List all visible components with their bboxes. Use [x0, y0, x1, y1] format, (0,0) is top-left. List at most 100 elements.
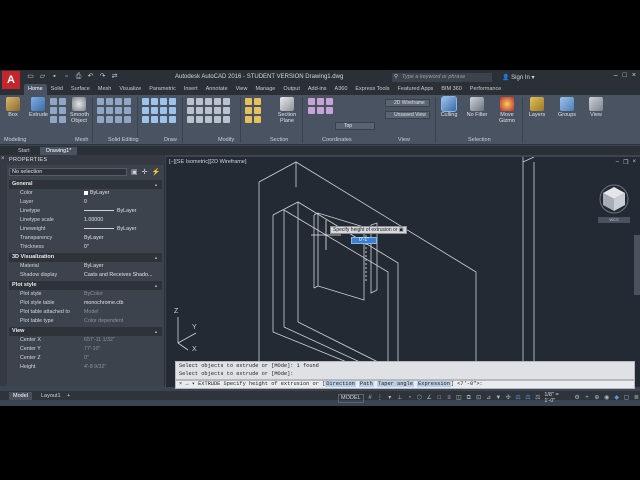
polygon-icon[interactable]	[151, 107, 158, 114]
search-input[interactable]: Type a keyword or phrase	[392, 73, 492, 82]
layer-state-icon[interactable]	[254, 98, 261, 105]
check-icon[interactable]	[115, 116, 122, 123]
property-row[interactable]: Layer 0	[9, 198, 162, 207]
polar-icon[interactable]: ◔	[406, 395, 413, 402]
property-value[interactable]: 1.00000	[84, 216, 103, 225]
offset-icon[interactable]	[223, 107, 230, 114]
drawing-canvas[interactable]: Z Y X [−][SE Isometric][2D Wireframe] – …	[166, 157, 640, 387]
new-icon[interactable]: ▭	[26, 73, 35, 81]
print-icon[interactable]: ⎙	[74, 73, 83, 81]
property-value[interactable]: 77'-10"	[84, 345, 100, 354]
trim-icon[interactable]	[205, 98, 212, 105]
maximize-icon[interactable]: □	[623, 72, 627, 79]
save-icon[interactable]: ▪	[50, 73, 59, 81]
command-option-path[interactable]: Path	[359, 381, 374, 387]
plus-icon[interactable]: +	[584, 395, 591, 402]
tab-annotate[interactable]: Annotate	[202, 84, 232, 95]
property-value[interactable]: Model	[84, 308, 98, 317]
property-value[interactable]: Casts and Receives Shado...	[84, 271, 152, 280]
ellipse-icon[interactable]	[160, 107, 167, 114]
region-icon[interactable]	[151, 116, 158, 123]
infer-icon[interactable]: ▾	[386, 395, 393, 402]
selection-cycling-icon[interactable]: ⧉	[465, 395, 472, 402]
tab-drawing1[interactable]: Drawing1*	[40, 147, 78, 155]
explode-icon[interactable]	[214, 107, 221, 114]
rotate-icon[interactable]	[196, 98, 203, 105]
wcs-menu[interactable]: WCS	[598, 217, 630, 223]
share-icon[interactable]: ⇄	[110, 73, 119, 81]
coordinates-dropdown[interactable]: Top	[335, 122, 375, 130]
union-tool-icon[interactable]	[97, 98, 104, 105]
hardware-acceleration-icon[interactable]: ◆	[613, 395, 620, 402]
undo-icon[interactable]: ↶	[86, 73, 95, 81]
tab-insert[interactable]: Insert	[180, 84, 202, 95]
layer-freeze-icon[interactable]	[245, 116, 252, 123]
minimize-icon[interactable]: –	[614, 72, 618, 79]
property-value[interactable]: 0"	[84, 243, 89, 252]
navigation-bar[interactable]	[634, 235, 640, 295]
spline-icon[interactable]	[142, 116, 149, 123]
erase-icon[interactable]	[223, 98, 230, 105]
property-row[interactable]: Color ByLayer	[9, 189, 162, 198]
tab-surface[interactable]: Surface	[67, 84, 94, 95]
layer-lock-icon[interactable]	[254, 107, 261, 114]
property-row[interactable]: Shadow display Casts and Receives Shado..…	[9, 271, 162, 280]
extract-edges-icon[interactable]	[97, 116, 104, 123]
lineweight-icon[interactable]: ≡	[446, 395, 453, 402]
imprint-icon[interactable]	[115, 107, 122, 114]
rectangle-icon[interactable]	[142, 107, 149, 114]
sign-in-link[interactable]: 👤 Sign In ▾	[502, 74, 535, 81]
presspull-icon[interactable]	[59, 107, 66, 114]
property-row[interactable]: Center Y 77'-10"	[9, 345, 162, 354]
property-value[interactable]: ByLayer	[84, 225, 136, 234]
property-value[interactable]: 4'-8 9/32"	[84, 363, 106, 372]
panel-title-solid-editing[interactable]: Solid Editing	[108, 137, 139, 143]
tab-home[interactable]: Home	[24, 84, 47, 95]
extend-icon[interactable]	[214, 98, 221, 105]
selection-filter-icon[interactable]: ▼	[495, 395, 502, 402]
panel-title-selection[interactable]: Selection	[468, 137, 491, 143]
no-filter-button[interactable]: No Filter	[466, 97, 488, 118]
restore-icon[interactable]: ❐	[623, 159, 628, 166]
clean-icon[interactable]	[124, 116, 131, 123]
panel-title-view[interactable]: View	[398, 137, 410, 143]
property-value[interactable]: ByLayer	[84, 189, 109, 198]
dynamic-input-field[interactable]: 0'-1"	[351, 237, 377, 244]
point-icon[interactable]	[160, 116, 167, 123]
sweep-icon[interactable]	[59, 98, 66, 105]
section-plot-style[interactable]: Plot style	[9, 281, 162, 290]
thicken-icon[interactable]	[106, 107, 113, 114]
grid-icon[interactable]: #	[367, 395, 374, 402]
property-value[interactable]: ByLayer	[84, 234, 103, 243]
selection-dropdown[interactable]: No selection	[9, 168, 127, 176]
minimize-icon[interactable]: –	[616, 159, 619, 166]
tab-a360[interactable]: A360	[331, 84, 352, 95]
dynamic-ucs-icon[interactable]: ⊿	[485, 395, 492, 402]
layer-off-icon[interactable]	[245, 107, 252, 114]
toggle-pickadd-icon[interactable]: ▣	[131, 168, 138, 176]
customization-icon[interactable]: ≣	[633, 395, 640, 402]
property-value[interactable]: ByColor	[84, 290, 103, 299]
slice-icon[interactable]	[97, 107, 104, 114]
tab-manage[interactable]: Manage	[251, 84, 279, 95]
subtract-icon[interactable]	[106, 98, 113, 105]
section-view[interactable]: View	[9, 327, 162, 336]
revolve-icon[interactable]	[50, 98, 57, 105]
visual-style-dropdown[interactable]: 2D Wireframe	[385, 99, 430, 107]
clean-screen-icon[interactable]: ▢	[623, 395, 630, 402]
property-row[interactable]: Linetype scale 1.00000	[9, 216, 162, 225]
tab-model[interactable]: Model	[9, 392, 32, 400]
workspace-gear-icon[interactable]: ⚙	[574, 395, 581, 402]
property-row[interactable]: Center Z 0"	[9, 354, 162, 363]
panel-title-modify[interactable]: Modify	[218, 137, 234, 143]
tab-solid[interactable]: Solid	[47, 84, 67, 95]
options-arrow-icon[interactable]: ▣	[399, 227, 404, 233]
viewport-controls-label[interactable]: [−][SE Isometric][2D Wireframe]	[169, 159, 246, 165]
viewcube[interactable]	[598, 181, 630, 215]
property-value[interactable]: 0	[84, 198, 87, 207]
section-general[interactable]: General	[9, 180, 162, 189]
property-row[interactable]: Plot style table monochrome.ctb	[9, 299, 162, 308]
close-icon[interactable]: ×	[632, 159, 636, 166]
snap-icon[interactable]: ⋮	[376, 395, 383, 402]
model-space-button[interactable]: MODEL	[338, 393, 364, 403]
